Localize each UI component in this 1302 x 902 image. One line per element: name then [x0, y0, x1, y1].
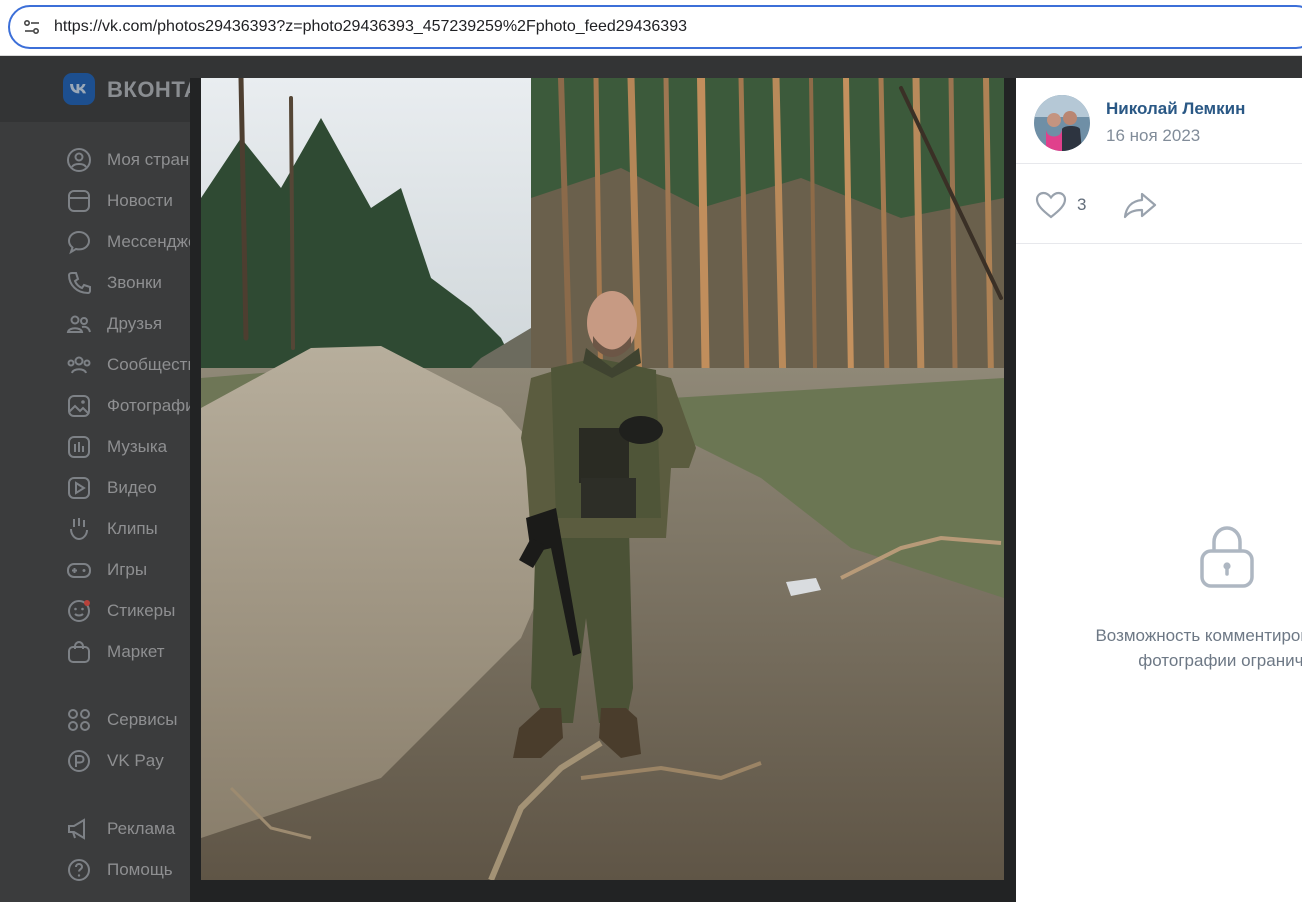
comments-locked-text: Возможность комментировать этой фотограф…	[1070, 623, 1302, 673]
clips-icon	[70, 518, 88, 541]
user-icon	[67, 148, 91, 172]
like-count: 3	[1077, 195, 1087, 214]
sidebar-item-ads[interactable]: Реклама	[66, 811, 200, 845]
sidebar-item-label: Реклама	[107, 819, 176, 838]
comments-locked-line-1: Возможность комментировать этой	[1095, 626, 1302, 645]
groups-icon	[67, 356, 91, 374]
sidebar-item-label: Маркет	[107, 642, 165, 661]
sidebar-item-services[interactable]: Сервисы	[66, 702, 200, 736]
sidebar-item-label: Звонки	[107, 273, 162, 292]
sidebar-item-friends[interactable]: Друзья	[66, 306, 200, 340]
photo-icon	[68, 395, 90, 417]
browser-toolbar: https://vk.com/photos29436393?z=photo294…	[0, 0, 1302, 56]
photo-viewer	[190, 78, 1016, 902]
main-photo[interactable]	[201, 78, 1004, 880]
market-icon	[68, 640, 90, 663]
author-name-link[interactable]: Николай Лемкин	[1106, 99, 1245, 119]
sidebar-item-my-page[interactable]: Моя страница	[66, 142, 218, 176]
services-icon	[68, 709, 90, 731]
sidebar-item-label: Стикеры	[107, 601, 176, 620]
share-button[interactable]	[1122, 190, 1158, 220]
music-icon	[68, 436, 90, 458]
photo-actions: 3	[1016, 164, 1302, 244]
sidebar-item-label: Сервисы	[107, 710, 178, 729]
share-icon	[1123, 192, 1157, 219]
message-icon	[67, 230, 91, 255]
sidebar-item-games[interactable]: Игры	[66, 552, 200, 586]
sidebar-item-label: Игры	[107, 560, 148, 579]
sidebar-item-label: VK Pay	[107, 751, 164, 770]
sidebar-item-messenger[interactable]: Мессенджер	[66, 224, 207, 258]
photo-info-panel: Николай Лемкин 16 ноя 2023 3 Возможность…	[1016, 78, 1302, 902]
sidebar-item-label: Помощь	[107, 860, 173, 879]
sidebar-item-label: Клипы	[107, 519, 158, 538]
sidebar-item-video[interactable]: Видео	[66, 470, 200, 504]
sidebar-item-market[interactable]: Маркет	[66, 634, 200, 668]
sidebar-item-label: Друзья	[107, 314, 163, 333]
lock-icon	[1200, 526, 1254, 588]
comments-locked-notice: Возможность комментировать этой фотограф…	[1016, 518, 1302, 678]
heart-icon	[1035, 191, 1067, 219]
vkpay-icon	[68, 750, 90, 772]
avatar[interactable]	[1034, 95, 1090, 151]
sidebar-item-clips[interactable]: Клипы	[66, 511, 200, 545]
comments-locked-line-2: фотографии ограничена	[1138, 651, 1302, 670]
vk-logo-icon[interactable]	[63, 73, 95, 105]
sidebar-item-photos[interactable]: Фотографии	[66, 388, 204, 422]
post-date[interactable]: 16 ноя 2023	[1106, 126, 1200, 146]
sidebar-item-communities[interactable]: Сообщества	[66, 347, 206, 381]
friends-icon	[66, 315, 91, 333]
left-sidebar: Моя страница Новости Мессенджер Звонки Д…	[0, 122, 218, 902]
sticker-icon	[68, 600, 90, 622]
gamepad-icon	[67, 563, 91, 578]
url-text[interactable]: https://vk.com/photos29436393?z=photo294…	[54, 18, 687, 36]
sidebar-item-calls[interactable]: Звонки	[66, 265, 200, 299]
sidebar-item-label: Новости	[107, 191, 173, 210]
phone-icon	[67, 272, 91, 295]
sidebar-item-label: Видео	[107, 478, 157, 497]
news-icon	[68, 190, 90, 212]
sidebar-item-help[interactable]: Помощь	[66, 852, 200, 886]
author-row: Николай Лемкин 16 ноя 2023	[1016, 78, 1302, 164]
vk-page: ВКОНТАКТЕ Моя страница Новости Мессендже…	[0, 56, 1302, 902]
sidebar-item-music[interactable]: Музыка	[66, 429, 200, 463]
megaphone-icon	[68, 818, 85, 840]
address-bar[interactable]: https://vk.com/photos29436393?z=photo294…	[8, 5, 1302, 49]
like-button[interactable]: 3	[1034, 188, 1094, 222]
help-icon	[68, 859, 90, 881]
sidebar-item-label: Музыка	[107, 437, 168, 456]
video-icon	[68, 477, 90, 499]
sidebar-item-vkpay[interactable]: VK Pay	[66, 743, 200, 777]
sidebar-item-news[interactable]: Новости	[66, 183, 200, 217]
site-settings-icon[interactable]	[22, 17, 42, 37]
sidebar-item-stickers[interactable]: Стикеры	[66, 593, 200, 627]
